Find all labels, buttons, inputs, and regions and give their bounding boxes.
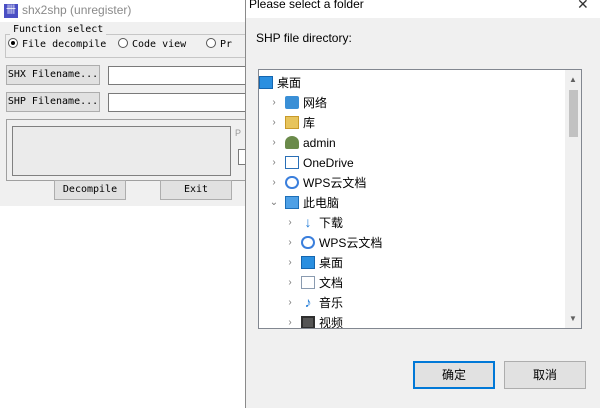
tree-item[interactable]: 桌面 [259,73,565,93]
computer-icon [285,196,299,209]
tree-item-label: OneDrive [303,156,354,170]
tree-item-label: 文档 [319,276,344,290]
shp-filename-input[interactable] [108,93,246,112]
side-label: P [235,128,242,138]
shx-filename-input[interactable] [108,66,246,85]
network-icon [285,96,299,109]
radio-selected-icon [8,38,18,48]
folder-dialog: Please select a folder ✕ SHP file direct… [245,0,600,408]
chevron-right-icon[interactable]: › [269,116,279,130]
app-icon: 卌 [4,4,18,18]
scroll-up-icon[interactable]: ▲ [568,75,578,85]
directory-label: SHP file directory: [256,31,352,45]
chevron-right-icon[interactable]: › [269,176,279,190]
dialog-title: Please select a folder [249,0,364,11]
tree-item-label: 视频 [319,316,344,329]
desktop-icon [259,76,273,89]
tree-item-label: admin [303,136,336,150]
tree-item[interactable]: › 文档 [259,273,565,293]
chevron-right-icon[interactable]: › [285,236,295,250]
shx2shp-window: 卌 shx2shp (unregister) Function select F… [0,0,251,262]
exit-button[interactable]: Exit [160,180,232,200]
tree-item-label: 此电脑 [303,196,340,210]
scroll-down-icon[interactable]: ▼ [568,314,578,324]
tree-item-label: 网络 [303,96,328,110]
cloud-icon [285,176,299,189]
decompile-button[interactable]: Decompile [54,180,126,200]
video-icon [301,316,315,328]
document-icon [301,276,315,289]
radio-pr[interactable]: Pr [206,38,232,52]
tree-item[interactable]: › 网络 [259,93,565,113]
main-client-area: Function select File decompile Code view… [0,22,251,206]
library-icon [285,116,299,129]
chevron-down-icon[interactable]: ⌄ [269,196,279,210]
tree-item[interactable]: › 桌面 [259,253,565,273]
tree-item[interactable]: › OneDrive [259,153,565,173]
tree-item[interactable]: › 库 [259,113,565,133]
tree-item[interactable]: › WPS云文档 [259,233,565,253]
download-icon: ↓ [304,214,312,230]
main-titlebar[interactable]: 卌 shx2shp (unregister) [0,0,246,22]
chevron-right-icon[interactable]: › [285,296,295,310]
tree-item-label: 下载 [319,216,344,230]
dialog-titlebar[interactable]: Please select a folder ✕ [246,0,600,18]
tree-item[interactable]: › 视频 [259,313,565,329]
tree-item-label: WPS云文档 [319,236,383,250]
chevron-right-icon[interactable]: › [285,216,295,230]
chevron-right-icon[interactable]: › [269,156,279,170]
tree-item-label: 桌面 [277,76,302,90]
cloud-icon [301,236,315,249]
tree-item[interactable]: › admin [259,133,565,153]
tree-item-label: 桌面 [319,256,344,270]
radio-unselected-icon [118,38,128,48]
scroll-thumb[interactable] [569,90,578,137]
radio-unselected-icon [206,38,216,48]
output-panel [12,126,231,176]
radio-file-decompile[interactable]: File decompile [8,38,106,52]
shx-filename-button[interactable]: SHX Filename... [6,65,100,85]
folder-tree[interactable]: 桌面 › 网络 › 库 › admin › OneDrive › WPS云文档 ⌄ 此电脑 › ↓ 下载 › WP… [258,69,582,329]
tree-item[interactable]: › WPS云文档 [259,173,565,193]
tree-item-label: 音乐 [319,296,344,310]
desktop-icon [301,256,315,269]
tree-item[interactable]: › ♪ 音乐 [259,293,565,313]
chevron-right-icon[interactable]: › [285,276,295,290]
radio-label: File decompile [22,39,107,50]
radio-code-view[interactable]: Code view [118,38,186,52]
onedrive-icon [285,156,299,169]
close-icon[interactable]: ✕ [577,0,589,13]
tree-item[interactable]: ⌄ 此电脑 [259,193,565,213]
cancel-button[interactable]: 取消 [504,361,586,389]
music-icon: ♪ [304,294,312,310]
chevron-right-icon[interactable]: › [269,136,279,150]
main-window-title: shx2shp (unregister) [22,3,132,17]
tree-item[interactable]: › ↓ 下载 [259,213,565,233]
ok-button[interactable]: 确定 [413,361,495,389]
radio-label: Pr [220,39,233,50]
chevron-right-icon[interactable]: › [269,96,279,110]
tree-scrollbar[interactable]: ▲ ▼ [565,70,581,328]
tree-item-label: 库 [303,116,316,130]
chevron-right-icon[interactable]: › [285,256,295,270]
function-select-legend: Function select [10,24,107,35]
radio-label: Code view [132,39,187,50]
shp-filename-button[interactable]: SHP Filename... [6,92,100,112]
user-icon [285,136,299,149]
tree-item-label: WPS云文档 [303,176,367,190]
chevron-right-icon[interactable]: › [285,316,295,328]
